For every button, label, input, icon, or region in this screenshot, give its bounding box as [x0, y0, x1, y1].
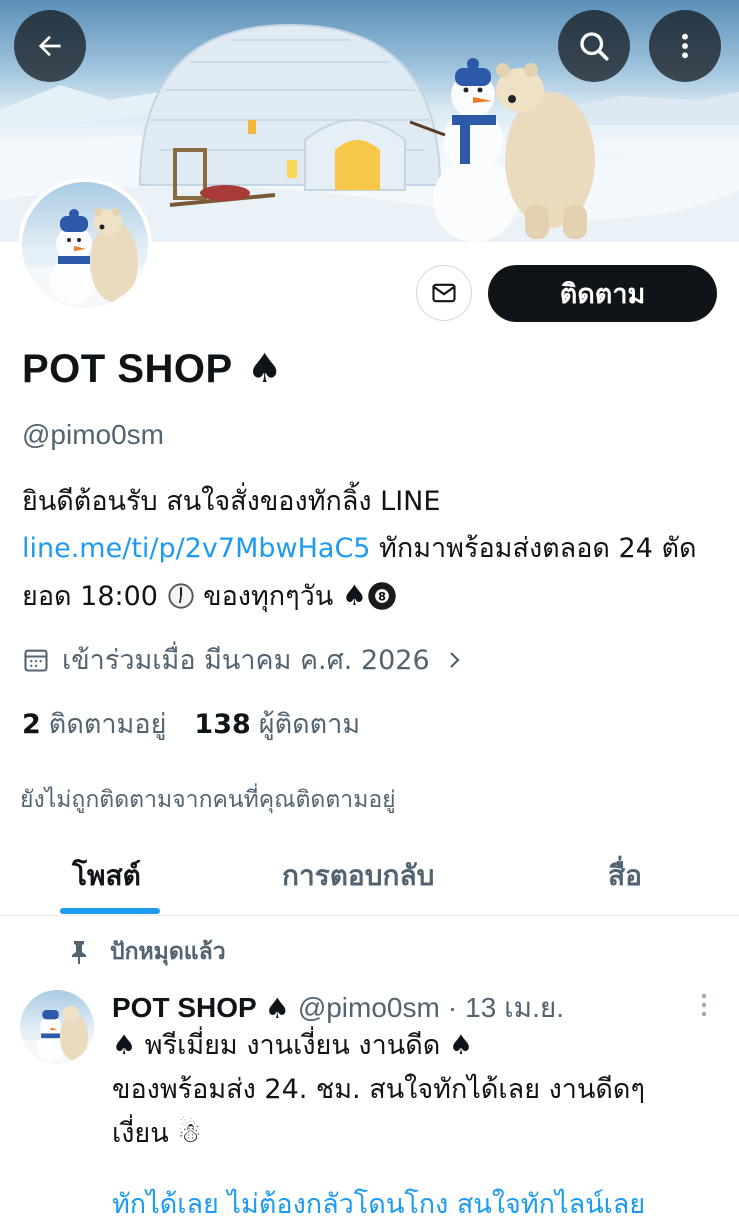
following-label: ติดตามอยู่ [48, 709, 167, 740]
tab-replies[interactable]: การตอบกลับ [282, 854, 434, 898]
following-count: 2 [22, 709, 41, 740]
profile-tabs: โพสต์ การตอบกลับ สื่อ [0, 840, 739, 916]
more-vertical-icon [682, 33, 688, 59]
back-button[interactable] [14, 10, 86, 82]
profile-avatar[interactable] [18, 178, 152, 312]
post-avatar[interactable] [20, 990, 94, 1064]
display-name-text: POT SHOP [22, 346, 233, 391]
pin-icon [72, 941, 86, 964]
tab-posts[interactable]: โพสต์ [72, 854, 141, 898]
calendar-icon [24, 649, 48, 672]
post-body: ♠ พรีเมี่ยม งานเงี่ยน งานดีด ♠ ของพร้อมส… [112, 1024, 722, 1156]
message-button[interactable] [416, 265, 472, 321]
tab-media[interactable]: สื่อ [608, 854, 642, 898]
pinned-label: ปักหมุดแล้ว [110, 939, 226, 965]
post-more-button[interactable] [692, 992, 716, 1022]
arrow-left-icon [38, 35, 61, 57]
post-line: ของพร้อมส่ง 24. ชม. สนใจทักได้เลย งานดีด… [112, 1074, 645, 1105]
follow-stats: 2 ติดตามอยู่ 138 ผู้ติดตาม [22, 702, 360, 745]
bio-line-link[interactable]: line.me/ti/p/2v7MbwHaC5 [22, 533, 370, 564]
clock-icon [167, 583, 194, 609]
active-tab-indicator [60, 908, 160, 914]
profile-display-name: POT SHOP ♠ [22, 346, 283, 392]
profile-handle: @pimo0sm [22, 419, 165, 450]
followers-count: 138 [194, 709, 251, 740]
svg-text:8: 8 [378, 591, 386, 604]
spade-emoji: ♠ [341, 579, 367, 612]
more-options-button[interactable] [649, 10, 721, 82]
search-icon [580, 32, 609, 61]
post-line: ♠ พรีเมี่ยม งานเงี่ยน งานดีด ♠ [112, 1030, 474, 1061]
avatar-image [22, 208, 148, 308]
following-link[interactable]: 2 ติดตามอยู่ [22, 702, 166, 745]
bio-text: ยินดีต้อนรับ สนใจสั่งของทักลิ้ง LINE [22, 486, 441, 517]
mail-icon [432, 283, 456, 303]
joined-date[interactable]: เข้าร่วมเมื่อ มีนาคม ค.ศ. 2026 [22, 638, 466, 681]
meta-separator: · [447, 992, 458, 1023]
followers-link[interactable]: 138 ผู้ติดตาม [194, 702, 360, 745]
post-line: เงี่ยน ☃ [112, 1118, 202, 1149]
spade-emoji: ♠ [246, 346, 284, 392]
followers-label: ผู้ติดตาม [258, 709, 361, 740]
joined-text: เข้าร่วมเมื่อ มีนาคม ค.ศ. 2026 [62, 645, 430, 676]
profile-bio: ยินดีต้อนรับ สนใจสั่งของทักลิ้ง LINE lin… [22, 478, 712, 620]
not-followed-note: ยังไม่ถูกติดตามจากคนที่คุณติดตามอยู่ [20, 787, 396, 813]
search-button[interactable] [558, 10, 630, 82]
spade-emoji: ♠ [264, 991, 290, 1025]
more-vertical-icon [701, 993, 707, 1017]
chevron-right-icon [449, 651, 460, 668]
post-link-text[interactable]: ทักได้เลย ไม่ต้องกลัวโดนโกง สนใจทักไลน์เ… [112, 1182, 645, 1225]
post-avatar-image [20, 1005, 94, 1064]
follow-button[interactable]: ติดตาม [488, 265, 717, 322]
post-author-handle[interactable]: @pimo0sm [298, 992, 440, 1024]
post-author-name[interactable]: POT SHOP [112, 992, 257, 1024]
pinned-indicator: ปักหมุดแล้ว [68, 934, 226, 970]
eight-ball-icon: 8 [368, 582, 396, 610]
bio-text: ของทุกๆวัน [194, 581, 342, 612]
